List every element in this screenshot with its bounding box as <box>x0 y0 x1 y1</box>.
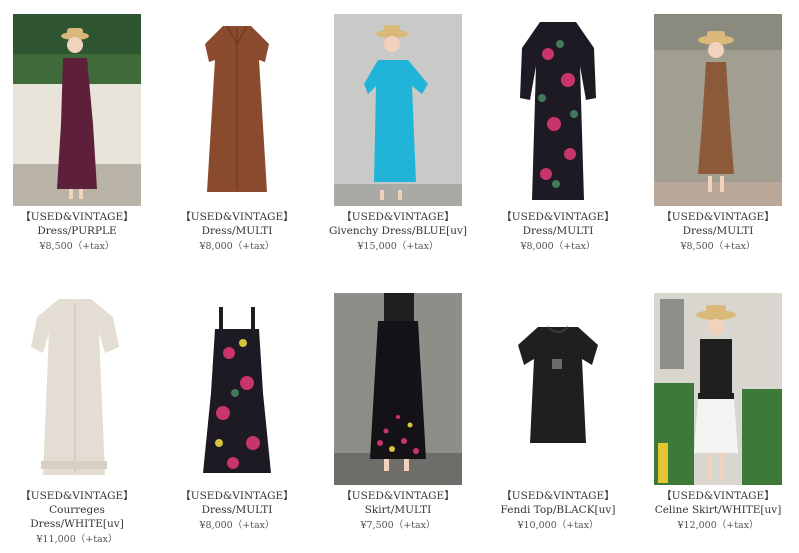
product-tag: 【USED&VINTAGE】 <box>501 211 615 223</box>
product-photo[interactable] <box>494 14 622 206</box>
floral-slip-dress-photo <box>173 293 301 485</box>
white-courreges-dress-photo <box>13 293 141 485</box>
product-photo[interactable] <box>13 293 141 485</box>
product-name[interactable]: Givenchy Dress/BLUE[uv] <box>318 224 478 238</box>
product-card[interactable]: 【USED&VINTAGE】 Dress/MULTI ¥8,000（+tax） <box>478 14 638 254</box>
product-grid: 【USED&VINTAGE】 Dress/PURPLE ¥8,500（+tax）… <box>0 0 799 553</box>
product-name[interactable]: Dress/MULTI <box>638 224 798 238</box>
product-photo[interactable] <box>494 293 622 485</box>
product-photo[interactable] <box>13 14 141 206</box>
product-price: ¥8,000（+tax） <box>520 241 596 252</box>
brown-shirt-dress-photo <box>173 14 301 206</box>
product-card[interactable]: 【USED&VINTAGE】 Skirt/MULTI ¥7,500（+tax） <box>318 293 478 533</box>
purple-sleeveless-maxi-dress-photo <box>13 14 141 206</box>
product-card[interactable]: 【USED&VINTAGE】 Dress/MULTI ¥8,500（+tax） <box>638 14 798 254</box>
product-price: ¥8,000（+tax） <box>199 241 275 252</box>
product-photo[interactable] <box>654 293 782 485</box>
product-tag: 【USED&VINTAGE】 <box>661 211 775 223</box>
product-tag: 【USED&VINTAGE】 <box>341 211 455 223</box>
product-price: ¥15,000（+tax） <box>357 241 439 252</box>
product-photo[interactable] <box>334 293 462 485</box>
product-card[interactable]: 【USED&VINTAGE】 Courreges Dress/WHITE[uv]… <box>0 293 157 547</box>
black-fendi-top-photo <box>494 293 622 485</box>
product-name[interactable]: Fendi Top/BLACK[uv] <box>478 503 638 517</box>
product-photo[interactable] <box>173 14 301 206</box>
product-card[interactable]: 【USED&VINTAGE】 Dress/MULTI ¥8,000（+tax） <box>157 14 317 254</box>
product-price: ¥8,500（+tax） <box>39 241 115 252</box>
product-tag: 【USED&VINTAGE】 <box>341 490 455 502</box>
blue-givenchy-dress-photo <box>334 14 462 206</box>
product-name[interactable]: Courreges Dress/WHITE[uv] <box>29 503 125 531</box>
product-name[interactable]: Dress/MULTI <box>478 224 638 238</box>
product-name[interactable]: Dress/PURPLE <box>0 224 157 238</box>
product-name[interactable]: Dress/MULTI <box>157 503 317 517</box>
product-card[interactable]: 【USED&VINTAGE】 Fendi Top/BLACK[uv] ¥10,0… <box>478 293 638 533</box>
brown-check-dress-photo <box>654 14 782 206</box>
white-celine-skirt-photo <box>654 293 782 485</box>
product-price: ¥11,000（+tax） <box>36 534 118 545</box>
product-price: ¥8,000（+tax） <box>199 520 275 531</box>
product-card[interactable]: 【USED&VINTAGE】 Dress/MULTI ¥8,000（+tax） <box>157 293 317 533</box>
product-photo[interactable] <box>173 293 301 485</box>
product-name[interactable]: Dress/MULTI <box>157 224 317 238</box>
product-card[interactable]: 【USED&VINTAGE】 Celine Skirt/WHITE[uv] ¥1… <box>638 293 798 533</box>
product-card[interactable]: 【USED&VINTAGE】 Dress/PURPLE ¥8,500（+tax） <box>0 14 157 254</box>
product-name[interactable]: Skirt/MULTI <box>318 503 478 517</box>
product-tag: 【USED&VINTAGE】 <box>180 490 294 502</box>
product-price: ¥12,000（+tax） <box>677 520 759 531</box>
product-photo[interactable] <box>654 14 782 206</box>
product-price: ¥8,500（+tax） <box>680 241 756 252</box>
black-floral-skirt-photo <box>334 293 462 485</box>
floral-wrap-dress-photo <box>494 14 622 206</box>
product-tag: 【USED&VINTAGE】 <box>501 490 615 502</box>
product-name[interactable]: Celine Skirt/WHITE[uv] <box>638 503 798 517</box>
product-tag: 【USED&VINTAGE】 <box>661 490 775 502</box>
product-tag: 【USED&VINTAGE】 <box>180 211 294 223</box>
product-price: ¥7,500（+tax） <box>360 520 436 531</box>
product-price: ¥10,000（+tax） <box>517 520 599 531</box>
product-tag: 【USED&VINTAGE】 <box>20 211 134 223</box>
product-photo[interactable] <box>334 14 462 206</box>
product-card[interactable]: 【USED&VINTAGE】 Givenchy Dress/BLUE[uv] ¥… <box>318 14 478 254</box>
product-tag: 【USED&VINTAGE】 <box>20 490 134 502</box>
